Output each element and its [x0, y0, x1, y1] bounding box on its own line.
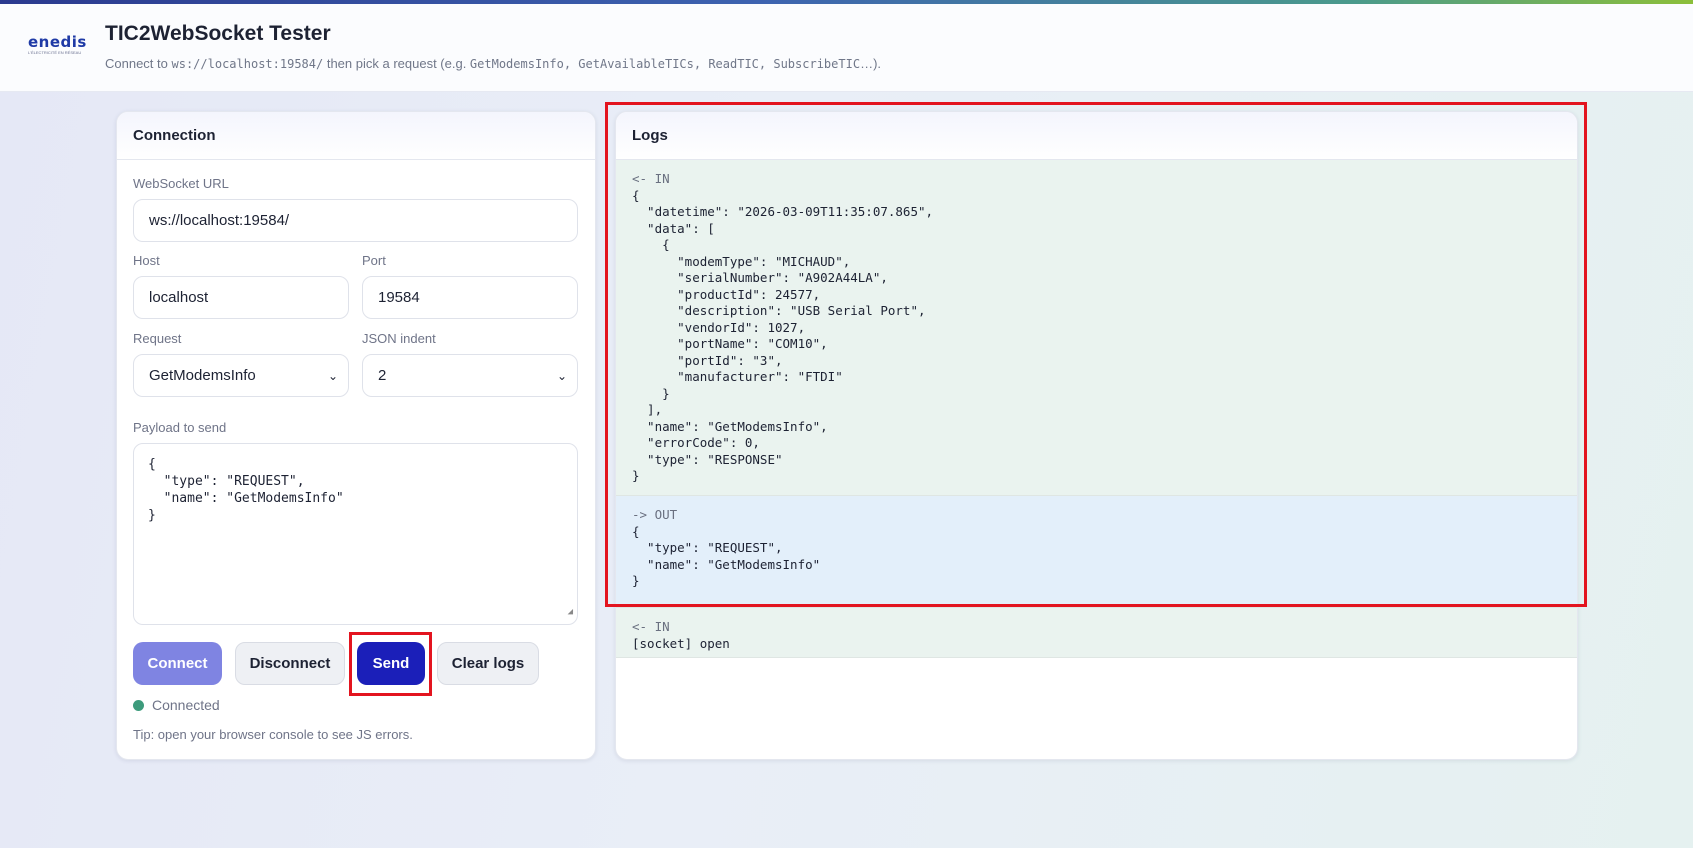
payload-value: { "type": "REQUEST", "name": "GetModemsI…: [148, 457, 344, 523]
status-dot-icon: [133, 699, 144, 711]
subtitle-examples: GetModemsInfo, GetAvailableTICs, ReadTIC…: [469, 57, 861, 71]
log-entry: <- IN [socket] open: [616, 608, 1577, 658]
subtitle-url: ws://localhost:19584/: [171, 57, 324, 71]
connection-title: Connection: [117, 112, 595, 160]
host-input[interactable]: localhost: [133, 276, 349, 319]
connection-status: Connected: [133, 697, 220, 713]
json-indent-select[interactable]: 2 ⌄: [362, 354, 578, 397]
logo-tagline: L'ÉLECTRICITÉ EN RÉSEAU: [28, 50, 82, 55]
subtitle-suffix: …).: [860, 56, 882, 71]
log-direction: <- IN: [632, 619, 670, 634]
disconnect-button[interactable]: Disconnect: [235, 642, 345, 685]
json-indent-value: 2: [378, 367, 387, 384]
resize-handle-icon[interactable]: ◢: [568, 604, 573, 621]
host-value: localhost: [149, 289, 209, 306]
log-body: { "type": "REQUEST", "name": "GetModemsI…: [632, 523, 821, 589]
request-value: GetModemsInfo: [149, 367, 256, 384]
connect-button[interactable]: Connect: [133, 642, 222, 685]
page-title: TIC2WebSocket Tester: [105, 22, 331, 45]
enedis-logo: enedis L'ÉLECTRICITÉ EN RÉSEAU: [28, 34, 86, 62]
logo-wordmark: enedis: [28, 33, 87, 51]
logs-title: Logs: [616, 112, 1577, 160]
log-body: [socket] open: [632, 635, 730, 651]
log-direction: -> OUT: [632, 507, 678, 522]
payload-label: Payload to send: [133, 420, 227, 435]
websocket-url-value: ws://localhost:19584/: [149, 212, 290, 229]
log-entry: -> OUT { "type": "REQUEST", "name": "Get…: [616, 496, 1577, 608]
connection-panel: Connection WebSocket URL ws://localhost:…: [116, 111, 596, 760]
request-select[interactable]: GetModemsInfo ⌄: [133, 354, 349, 397]
websocket-url-input[interactable]: ws://localhost:19584/: [133, 199, 578, 242]
status-text: Connected: [152, 697, 220, 713]
log-direction: <- IN: [632, 171, 670, 186]
console-tip: Tip: open your browser console to see JS…: [133, 727, 413, 742]
logs-panel: Logs <- IN { "datetime": "2026-03-09T11:…: [615, 111, 1578, 760]
log-entry: <- IN { "datetime": "2026-03-09T11:35:07…: [616, 160, 1577, 496]
send-button[interactable]: Send: [357, 642, 425, 685]
port-label: Port: [362, 253, 386, 268]
json-indent-label: JSON indent: [362, 331, 436, 346]
log-body: { "datetime": "2026-03-09T11:35:07.865",…: [632, 187, 934, 484]
port-input[interactable]: 19584: [362, 276, 578, 319]
chevron-down-icon: ⌄: [556, 368, 567, 383]
request-label: Request: [133, 331, 182, 346]
subtitle-prefix: Connect to: [105, 56, 172, 71]
port-value: 19584: [378, 289, 420, 306]
subtitle-middle: then pick a request (e.g.: [323, 56, 470, 71]
clear-logs-button[interactable]: Clear logs: [437, 642, 539, 685]
payload-textarea[interactable]: { "type": "REQUEST", "name": "GetModemsI…: [133, 443, 578, 625]
host-label: Host: [133, 253, 160, 268]
page-subtitle: Connect to ws://localhost:19584/ then pi…: [105, 56, 881, 71]
websocket-url-label: WebSocket URL: [133, 176, 229, 191]
app-header: enedis L'ÉLECTRICITÉ EN RÉSEAU TIC2WebSo…: [0, 4, 1693, 92]
chevron-down-icon: ⌄: [327, 368, 338, 383]
